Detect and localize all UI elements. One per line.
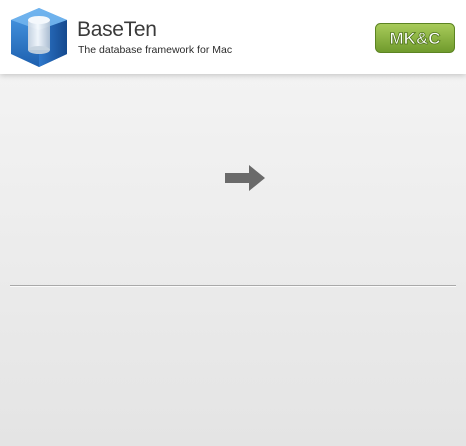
- badge-text: MK&C: [390, 29, 441, 48]
- header: BaseTen The database framework for Mac M…: [0, 0, 466, 74]
- database-cube-icon: [11, 8, 67, 67]
- mkc-logo-badge: MK&C: [375, 23, 455, 53]
- brand-title: BaseTen: [77, 18, 157, 41]
- main-panel: [0, 74, 466, 446]
- divider: [10, 285, 456, 286]
- brand-subtitle: The database framework for Mac: [78, 44, 233, 56]
- right-arrow-icon[interactable]: [224, 163, 266, 193]
